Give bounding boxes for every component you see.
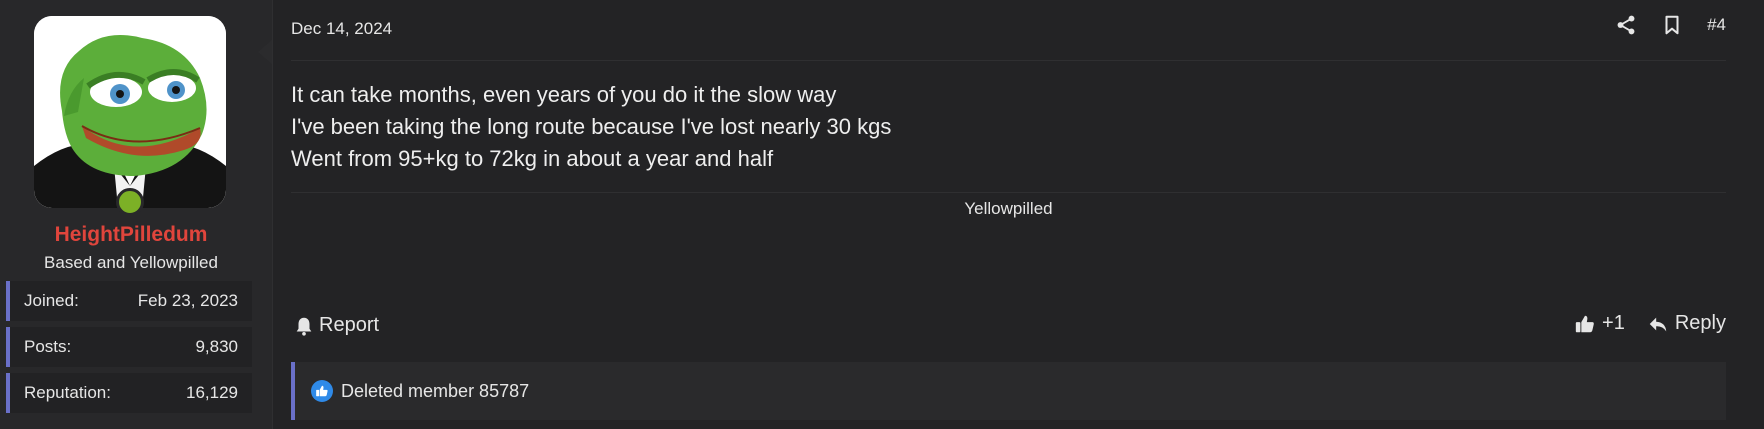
message-line: It can take months, even years of you do… xyxy=(291,82,837,107)
signature-divider xyxy=(291,192,1726,193)
divider xyxy=(291,60,1726,61)
stat-label: Posts: xyxy=(24,337,72,356)
stat-label: Reputation: xyxy=(24,383,111,402)
report-button[interactable]: Report xyxy=(293,314,379,337)
like-reaction-icon xyxy=(311,380,333,402)
forum-post: HeightPilledum Based and Yellowpilled Jo… xyxy=(0,0,1764,429)
share-icon[interactable] xyxy=(1615,14,1637,36)
stat-label: Joined: xyxy=(24,291,79,310)
bell-icon xyxy=(296,317,312,336)
username[interactable]: HeightPilledum xyxy=(0,223,262,247)
message-line: I've been taking the long route because … xyxy=(291,114,892,139)
message-line: Went from 95+kg to 72kg in about a year … xyxy=(291,146,774,171)
reply-button[interactable]: Reply xyxy=(1647,312,1726,335)
bookmark-icon[interactable] xyxy=(1661,14,1683,36)
online-status-indicator xyxy=(116,188,144,216)
reactions-bar[interactable]: Deleted member 85787 xyxy=(291,362,1726,420)
post-date[interactable]: Dec 14, 2024 xyxy=(291,19,392,39)
stat-reputation: Reputation: 16,129 xyxy=(6,373,252,413)
stat-value: Feb 23, 2023 xyxy=(137,291,238,310)
stat-joined: Joined: Feb 23, 2023 xyxy=(6,281,252,321)
message-body: It can take months, even years of you do… xyxy=(291,79,891,175)
user-sidebar: HeightPilledum Based and Yellowpilled Jo… xyxy=(0,0,273,429)
stat-value: 9,830 xyxy=(195,337,238,356)
thumbs-up-icon xyxy=(1575,315,1594,332)
reactions-list[interactable]: Deleted member 85787 xyxy=(341,381,529,402)
post-actions: #4 xyxy=(1615,14,1726,36)
signature: Yellowpilled xyxy=(964,199,1053,218)
like-button[interactable]: +1 xyxy=(1574,312,1625,335)
avatar[interactable] xyxy=(34,16,226,208)
avatar-container xyxy=(34,16,226,216)
reply-label: Reply xyxy=(1674,312,1726,334)
post-footer-actions: +1 Reply xyxy=(1574,312,1726,335)
post-main: Dec 14, 2024 #4 It can take months, even… xyxy=(273,0,1764,429)
report-label: Report xyxy=(319,314,380,336)
user-title: Based and Yellowpilled xyxy=(44,253,218,272)
message-pointer xyxy=(258,40,272,64)
reply-icon xyxy=(1649,317,1667,331)
post-number-link[interactable]: #4 xyxy=(1707,15,1726,35)
like-count: +1 xyxy=(1602,312,1625,334)
stat-value: 16,129 xyxy=(186,383,238,402)
stat-posts: Posts: 9,830 xyxy=(6,327,252,367)
